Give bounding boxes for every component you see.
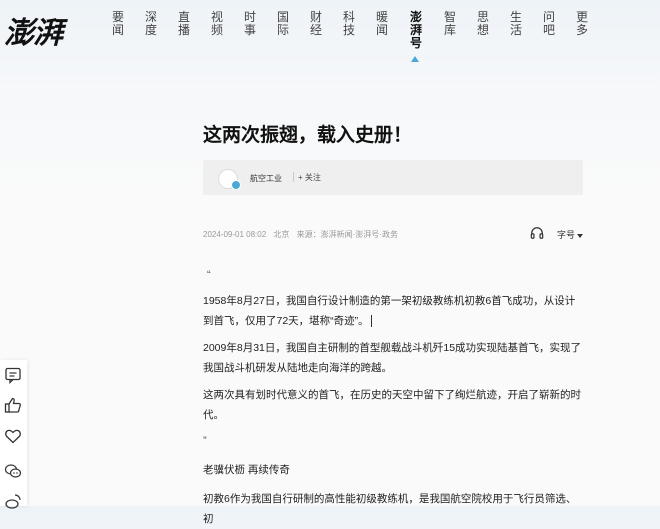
- author-name[interactable]: 航空工业: [250, 173, 282, 184]
- like-icon[interactable]: [4, 396, 22, 414]
- chevron-down-icon: [577, 233, 584, 238]
- open-quote: “: [207, 269, 211, 281]
- nav-item-nuanwen[interactable]: 暖闻: [368, 11, 396, 37]
- nav-item-shenghuo[interactable]: 生活: [502, 11, 530, 37]
- publish-location: 北京: [273, 230, 290, 239]
- nav-item-shipin[interactable]: 视频: [203, 11, 231, 37]
- nav-item-sixiang[interactable]: 思想: [469, 11, 497, 37]
- share-wechat-icon[interactable]: [4, 462, 22, 480]
- nav-item-caijing[interactable]: 财经: [302, 11, 330, 37]
- paragraph: 2009年8月31日，我国自主研制的首型舰载战斗机歼15成功实现陆基首飞，实现了…: [203, 342, 582, 374]
- paragraph: 初教6作为我国自行研制的高性能初级教练机，是我国航空院校用于飞行员筛选、初: [203, 493, 577, 525]
- publish-date: 2024-09-01 08:02: [203, 230, 267, 239]
- nav-item-shendu[interactable]: 深度: [137, 11, 165, 37]
- nav-item-zhiku[interactable]: 智库: [436, 11, 464, 37]
- text-cursor: [370, 315, 372, 328]
- article-source: 来源：澎湃新闻·澎湃号·政务: [296, 230, 398, 239]
- paragraph: 这两次具有划时代意义的首飞，在历史的天空中留下了绚烂航迹，开启了崭新的时代。: [203, 389, 581, 421]
- close-quote: ”: [203, 435, 207, 447]
- paragraph: 1958年8月27日，我国自行设计制造的第一架初级教练机初教6首飞成功，从设计到…: [203, 295, 576, 328]
- nav-item-shishi[interactable]: 时事: [236, 11, 264, 37]
- nav-item-guoji[interactable]: 国际: [269, 11, 297, 37]
- favorite-icon[interactable]: [4, 427, 22, 445]
- article-meta: 2024-09-01 08:02 北京 来源：澎湃新闻·澎湃号·政务: [203, 229, 403, 240]
- follow-button[interactable]: + 关注: [298, 172, 321, 183]
- nav-item-yaowen[interactable]: 要闻: [104, 11, 132, 37]
- share-weibo-icon[interactable]: [4, 492, 22, 510]
- headphone-icon[interactable]: [530, 226, 544, 240]
- nav-item-pengpaihao[interactable]: 澎湃号: [402, 11, 430, 62]
- article-title: 这两次振翅，载入史册！: [203, 125, 413, 146]
- active-indicator: [411, 56, 419, 62]
- comment-icon[interactable]: [4, 366, 22, 384]
- subheading: 老骥伏枥 再续传奇: [203, 464, 290, 476]
- font-size-label: 字号: [557, 230, 576, 240]
- divider: [293, 172, 294, 182]
- nav-item-gengduo[interactable]: 更多: [568, 11, 596, 37]
- nav-item-wenba[interactable]: 问吧: [535, 11, 563, 37]
- nav-item-keji[interactable]: 科技: [335, 11, 363, 37]
- font-size-button[interactable]: 字号: [557, 228, 584, 241]
- action-sidebar: [0, 360, 27, 509]
- site-logo[interactable]: 澎湃: [4, 8, 63, 52]
- nav-item-zhibo[interactable]: 直播: [170, 11, 198, 37]
- author-card: 航空工业 + 关注: [203, 160, 583, 195]
- verified-badge-icon: [231, 180, 241, 190]
